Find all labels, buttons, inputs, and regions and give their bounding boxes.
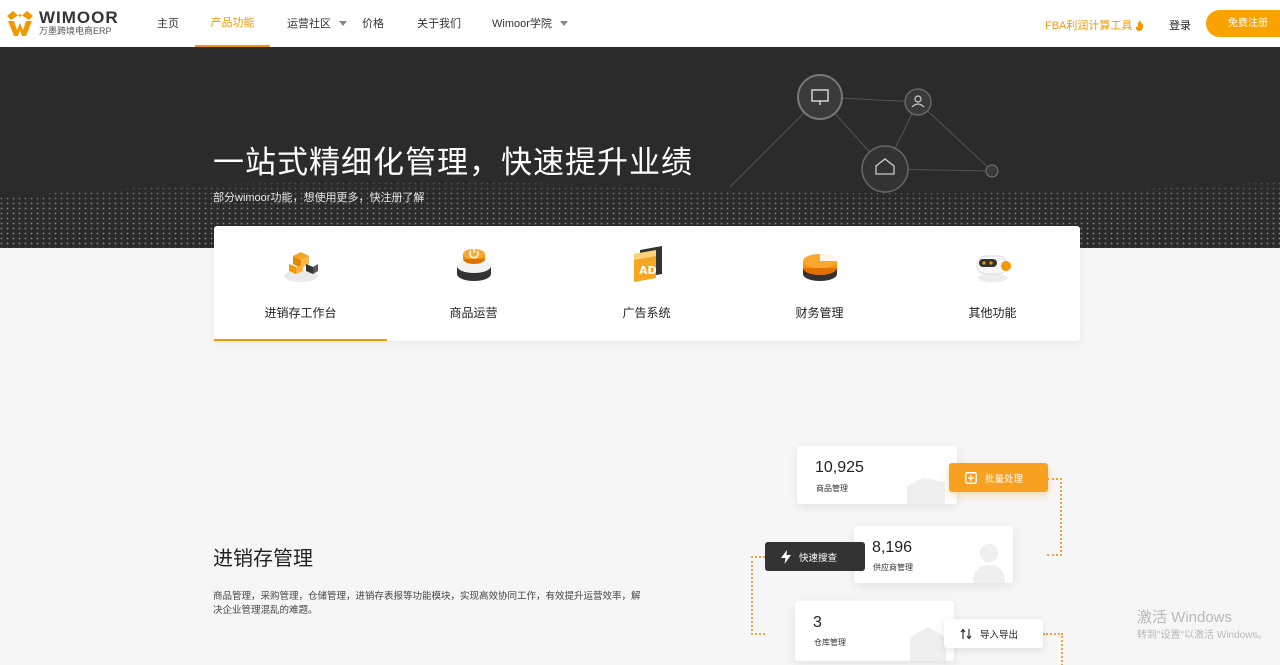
flame-icon <box>1136 19 1144 31</box>
stat-label: 商品管理 <box>816 484 848 493</box>
tab-inventory-workbench-label: 进销存工作台 <box>264 306 337 320</box>
section-description: 商品管理，采购管理，仓储管理，进销存表报等功能模块，实现高效协同工作，有效提升运… <box>213 591 641 616</box>
finance-disc-icon <box>803 254 837 281</box>
stat-value: 3 <box>813 614 822 631</box>
monitor-node-icon <box>797 74 843 120</box>
stat-card-warehouses: 3 仓库管理 <box>795 601 954 661</box>
free-signup-button[interactable]: 免费注册 <box>1206 10 1280 37</box>
brand-name: WIMOOR <box>39 8 119 27</box>
connector-line <box>751 556 765 635</box>
tab-finance-management[interactable]: 财务管理 <box>733 226 906 341</box>
robot-icon <box>976 255 1011 282</box>
hero-subtitle: 部分wimoor功能，想使用更多，快注册了解 <box>213 192 425 204</box>
wimoor-logo-icon <box>7 11 33 36</box>
plus-square-icon <box>965 471 977 484</box>
tab-other-features[interactable]: 其他功能 <box>906 226 1079 341</box>
tab-product-operations[interactable]: 商品运营 <box>387 226 560 341</box>
nav-about-label: 关于我们 <box>417 17 461 30</box>
brand-subtitle: 万墨跨境电商ERP <box>39 26 112 36</box>
hero-title: 一站式精细化管理，快速提升业绩 <box>213 145 693 180</box>
import-export-button[interactable]: 导入导出 <box>944 619 1043 648</box>
nav-home-label: 主页 <box>157 17 179 30</box>
box-silhouette-icon <box>907 478 945 504</box>
link-node-icon <box>985 164 999 178</box>
nav-about[interactable]: 关于我们 <box>417 0 461 47</box>
stat-label: 供应商管理 <box>873 563 913 572</box>
import-export-label: 导入导出 <box>980 629 1019 641</box>
tab-ad-system-label: 广告系统 <box>622 306 671 320</box>
home-node-icon <box>861 145 909 193</box>
tab-inventory-workbench[interactable]: 进销存工作台 <box>214 226 387 341</box>
power-button-icon <box>457 249 491 281</box>
tab-product-operations-label: 商品运营 <box>449 306 498 320</box>
chevron-down-icon <box>339 21 347 26</box>
tab-other-features-label: 其他功能 <box>968 306 1017 320</box>
quick-search-button[interactable]: 快速搜查 <box>765 542 865 571</box>
brand-logo[interactable]: WIMOOR 万墨跨境电商ERP <box>5 8 119 38</box>
nav-academy[interactable]: Wimoor学院 <box>492 0 568 47</box>
svg-text:AD: AD <box>639 264 657 277</box>
chevron-down-icon <box>559 21 568 26</box>
batch-process-button[interactable]: 批量处理 <box>949 463 1048 492</box>
nav-product-features[interactable]: 产品功能 <box>195 0 270 47</box>
user-node-icon <box>904 88 932 116</box>
nav-pricing[interactable]: 价格 <box>362 0 384 47</box>
nav-home[interactable]: 主页 <box>157 0 179 47</box>
stat-card-products: 10,925 商品管理 <box>797 446 957 504</box>
stat-value: 8,196 <box>872 539 913 556</box>
batch-process-label: 批量处理 <box>985 473 1024 485</box>
nav-community[interactable]: 运营社区 <box>287 0 347 47</box>
quick-search-label: 快速搜查 <box>799 552 838 564</box>
stat-card-suppliers: 8,196 供应商管理 <box>854 526 1013 583</box>
nav-product-features-label: 产品功能 <box>210 16 255 29</box>
stat-label: 仓库管理 <box>814 638 846 647</box>
fba-link-label: FBA利润计算工具 <box>1045 20 1133 32</box>
activate-windows-hint: 转到"设置"以激活 Windows。 <box>1137 630 1268 641</box>
person-silhouette-icon <box>973 544 1005 583</box>
section-title: 进销存管理 <box>213 548 313 570</box>
feature-tabs: 进销存工作台 商品运营 AD 广告系统 财务管理 其他功能 <box>214 226 1080 341</box>
inventory-blocks-icon <box>284 252 318 282</box>
activate-windows-title: 激活 Windows <box>1137 609 1233 626</box>
connector-line <box>1043 633 1063 665</box>
ad-icon: AD <box>634 246 662 282</box>
nav-academy-label: Wimoor学院 <box>492 17 552 30</box>
tab-finance-management-label: 财务管理 <box>795 306 844 320</box>
login-link[interactable]: 登录 <box>1169 17 1191 33</box>
nav-community-label: 运营社区 <box>287 17 331 30</box>
fba-profit-calculator-link[interactable]: FBA利润计算工具 <box>1045 17 1144 33</box>
nav-pricing-label: 价格 <box>362 17 384 30</box>
stat-value: 10,925 <box>815 459 864 476</box>
lightning-icon <box>781 549 791 564</box>
top-navigation-bar: WIMOOR 万墨跨境电商ERP 主页 产品功能 运营社区 价格 关于我们 Wi… <box>0 0 1280 47</box>
connector-line <box>1047 478 1062 556</box>
tab-ad-system[interactable]: AD 广告系统 <box>560 226 733 341</box>
swap-arrows-icon <box>960 628 972 639</box>
hero-banner: 一站式精细化管理，快速提升业绩 部分wimoor功能，想使用更多，快注册了解 <box>0 47 1280 248</box>
